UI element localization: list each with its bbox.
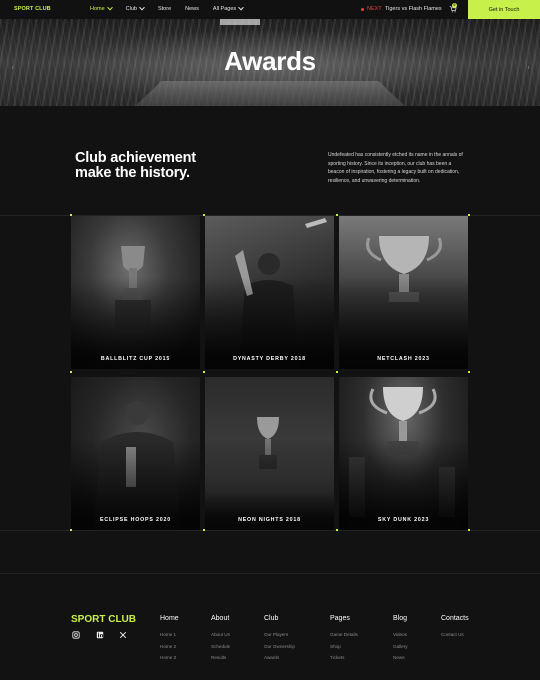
grid-corner-dot (468, 529, 470, 531)
award-caption: NEON NIGHTS 2018 (238, 517, 301, 523)
menu-item-all-pages[interactable]: All Pages (213, 4, 244, 12)
footer-column-title: Contacts (441, 615, 469, 622)
award-caption: NETCLASH 2023 (377, 356, 430, 362)
main-menu: Home Club Store News All Pages (90, 4, 244, 12)
chevron-down-icon (106, 4, 113, 11)
footer-link[interactable]: Results (211, 652, 230, 664)
grid-corner-dot (70, 214, 72, 216)
chevron-down-icon (139, 4, 145, 11)
section-heading: Club achievement make the history. (75, 150, 196, 181)
footer-column-title: About (211, 615, 230, 622)
linkedin-icon[interactable] (96, 631, 104, 639)
menu-item-home[interactable]: Home (90, 4, 113, 12)
footer-column-home: Home Home 1 Home 2 Home 3 (160, 615, 179, 664)
instagram-icon[interactable] (72, 631, 80, 639)
footer-link[interactable]: Shop (330, 641, 358, 653)
footer-link[interactable]: Tickets (330, 652, 358, 664)
divider (0, 530, 540, 531)
footer-link[interactable]: Contact Us (441, 629, 469, 641)
card-overlay (339, 216, 468, 369)
grid-corner-dot (336, 371, 338, 373)
award-card[interactable]: NEON NIGHTS 2018 (205, 377, 334, 530)
grid-corner-dot (336, 214, 338, 216)
footer-link[interactable]: News (393, 652, 408, 664)
footer-link[interactable]: Our Ownership (264, 641, 295, 653)
grid-corner-dot (70, 529, 72, 531)
cart-count-badge: 0 (452, 3, 457, 8)
next-match-label: NEXT (361, 6, 382, 12)
divider (0, 573, 540, 574)
menu-item-news[interactable]: News (185, 6, 199, 12)
award-card[interactable]: NETCLASH 2023 (339, 216, 468, 369)
x-icon[interactable] (119, 631, 127, 639)
award-caption: DYNASTY DERBY 2018 (233, 356, 306, 362)
award-card[interactable]: ECLIPSE HOOPS 2020 (71, 377, 200, 530)
footer-column-blog: Blog Videos Gallery News (393, 615, 408, 664)
footer-link[interactable]: Videos (393, 629, 408, 641)
award-card[interactable]: BALLBLITZ CUP 2015 (71, 216, 200, 369)
footer-link[interactable]: Home 3 (160, 652, 179, 664)
site-logo[interactable]: SPORT CLUB (14, 6, 51, 12)
award-caption: BALLBLITZ CUP 2015 (100, 356, 171, 362)
hero-banner: Awards (0, 19, 540, 106)
footer-logo[interactable]: SPORT CLUB (71, 614, 136, 625)
card-overlay (71, 216, 200, 369)
next-match-link[interactable]: Tigers vs Flash Flames (385, 6, 442, 12)
live-dot-icon (361, 7, 364, 11)
footer-link[interactable]: About Us (211, 629, 230, 641)
grid-corner-dot (203, 529, 205, 531)
arena-scoreboard (220, 19, 260, 25)
get-in-touch-button[interactable]: Get in Touch (468, 0, 540, 19)
footer-column-contacts: Contacts Contact Us (441, 615, 469, 641)
award-caption: SKY DUNK 2023 (377, 517, 430, 523)
grid-corner-dot (203, 371, 205, 373)
footer-link[interactable]: Our Players (264, 629, 295, 641)
card-overlay (205, 216, 334, 369)
grid-corner-dot (468, 214, 470, 216)
grid-corner-dot (468, 371, 470, 373)
page-title: Awards (224, 46, 316, 76)
award-card[interactable]: DYNASTY DERBY 2018 (205, 216, 334, 369)
footer-column-title: Blog (393, 615, 408, 622)
footer-link[interactable]: Game Details (330, 629, 358, 641)
footer-link[interactable]: Awards (264, 652, 295, 664)
card-overlay (71, 377, 200, 530)
chevron-down-icon (238, 4, 244, 11)
arena-court (135, 80, 405, 106)
footer-column-title: Club (264, 615, 279, 622)
card-overlay (205, 377, 334, 530)
menu-item-store[interactable]: Store (158, 6, 171, 12)
footer-link[interactable]: Gallery (393, 641, 408, 653)
menu-item-club[interactable]: Club (126, 4, 145, 12)
footer-column-about: About About Us Schedule Results (211, 615, 230, 664)
footer-column-club: Club Our Players Our Ownership Awards (264, 615, 295, 664)
top-nav: SPORT CLUB Home Club Store News All Page… (0, 0, 540, 19)
award-card[interactable]: SKY DUNK 2023 (339, 377, 468, 530)
award-caption: ECLIPSE HOOPS 2020 (100, 517, 171, 523)
footer-column-title: Pages (330, 615, 350, 622)
footer-column-pages: Pages Game Details Shop Tickets (330, 615, 358, 664)
section-description: Undefeated has consistently etched its n… (328, 152, 463, 184)
grid-corner-dot (203, 214, 205, 216)
grid-corner-dot (336, 529, 338, 531)
footer-column-title: Home (160, 615, 179, 622)
grid-corner-dot (70, 371, 72, 373)
footer-link[interactable]: Home 1 (160, 629, 179, 641)
footer-link[interactable]: Schedule (211, 641, 230, 653)
footer-link[interactable]: Home 2 (160, 641, 179, 653)
card-overlay (339, 377, 468, 530)
